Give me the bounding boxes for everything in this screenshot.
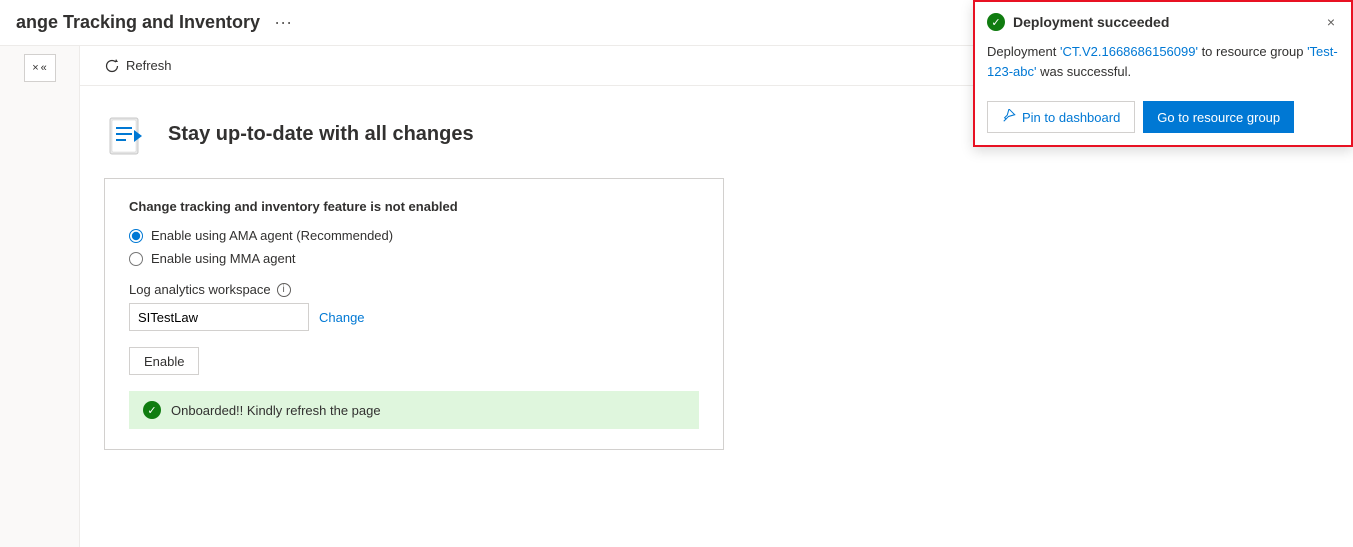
radio-mma-input[interactable] — [129, 252, 143, 266]
notification-body-line3: was successful. — [1036, 64, 1131, 79]
notification-body-line1: Deployment — [987, 44, 1060, 59]
change-link[interactable]: Change — [319, 310, 365, 325]
pin-to-dashboard-label: Pin to dashboard — [1022, 110, 1120, 125]
radio-ama-input[interactable] — [129, 229, 143, 243]
notification-header: ✓ Deployment succeeded × — [975, 2, 1351, 38]
page-wrapper: ange Tracking and Inventory ··· × « — [0, 0, 1353, 547]
success-banner: ✓ Onboarded!! Kindly refresh the page — [129, 391, 699, 429]
page-header-title: Stay up-to-date with all changes — [168, 123, 474, 146]
refresh-icon — [104, 58, 120, 74]
go-to-resource-group-button[interactable]: Go to resource group — [1143, 101, 1294, 133]
workspace-row: Change — [129, 303, 699, 331]
success-check-icon: ✓ — [143, 401, 161, 419]
notification-success-icon: ✓ — [987, 13, 1005, 31]
field-label-text: Log analytics workspace — [129, 282, 271, 297]
pin-icon — [1002, 109, 1016, 126]
page-title: ange Tracking and Inventory — [16, 12, 260, 33]
notification-title: Deployment succeeded — [1013, 14, 1169, 30]
tracking-icon — [104, 110, 152, 158]
notification-title-row: ✓ Deployment succeeded — [987, 13, 1169, 31]
ellipsis: ··· — [274, 12, 292, 33]
info-icon[interactable]: i — [277, 283, 291, 297]
refresh-label: Refresh — [126, 58, 172, 73]
notification-popup: ✓ Deployment succeeded × Deployment 'CT.… — [973, 0, 1353, 147]
deployment-id-link[interactable]: 'CT.V2.1668686156099' — [1060, 44, 1198, 59]
form-card-title: Change tracking and inventory feature is… — [129, 199, 699, 214]
success-message: Onboarded!! Kindly refresh the page — [171, 403, 381, 418]
form-card: Change tracking and inventory feature is… — [104, 178, 724, 450]
field-label: Log analytics workspace i — [129, 282, 699, 297]
radio-group: Enable using AMA agent (Recommended) Ena… — [129, 228, 699, 266]
page-body: Stay up-to-date with all changes Change … — [80, 86, 1353, 547]
radio-ama-label: Enable using AMA agent (Recommended) — [151, 228, 393, 243]
sidebar: × « — [0, 46, 80, 547]
radio-mma-label: Enable using MMA agent — [151, 251, 296, 266]
notification-actions: Pin to dashboard Go to resource group — [975, 93, 1351, 145]
radio-ama[interactable]: Enable using AMA agent (Recommended) — [129, 228, 699, 243]
refresh-button[interactable]: Refresh — [96, 54, 180, 78]
workspace-input[interactable] — [129, 303, 309, 331]
enable-button[interactable]: Enable — [129, 347, 199, 375]
pin-to-dashboard-button[interactable]: Pin to dashboard — [987, 101, 1135, 133]
close-icon: × — [32, 62, 38, 74]
chevron-icon: « — [41, 62, 47, 74]
notification-close-button[interactable]: × — [1323, 12, 1339, 32]
sidebar-close-button[interactable]: × « — [24, 54, 56, 82]
radio-mma[interactable]: Enable using MMA agent — [129, 251, 699, 266]
notification-body-line2: to resource group — [1198, 44, 1307, 59]
notification-body: Deployment 'CT.V2.1668686156099' to reso… — [975, 38, 1351, 93]
